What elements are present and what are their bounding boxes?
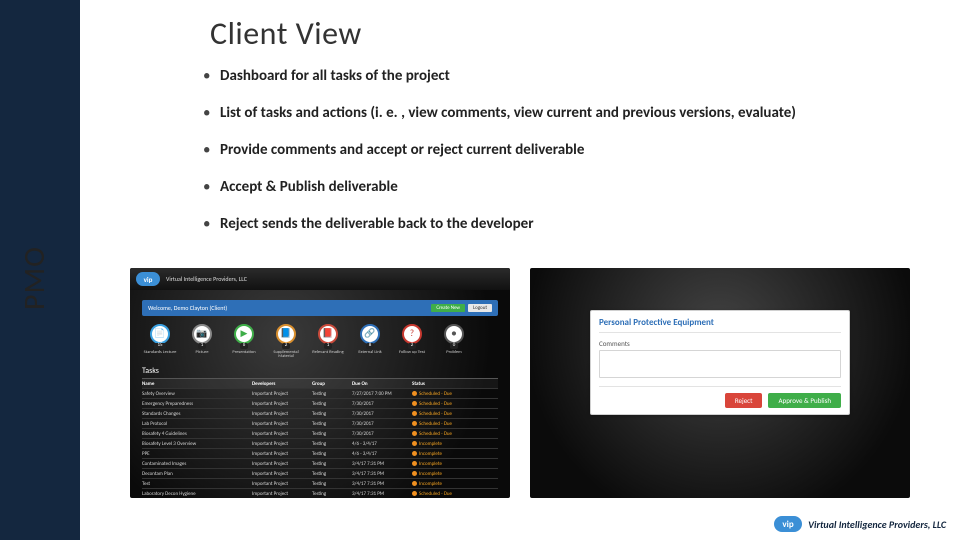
status-icon-glyph: 📕 bbox=[318, 324, 338, 344]
bullet-item: List of tasks and actions (i. e. , view … bbox=[200, 97, 920, 130]
status-count: 8 bbox=[366, 343, 375, 349]
table-row[interactable]: Decontam PlanImportant ProjectTesting3/4… bbox=[142, 469, 498, 479]
status-icon[interactable]: 📘2 Supplemental Material bbox=[268, 324, 304, 360]
status-label: Relevant Reading bbox=[312, 351, 343, 356]
status-icon-glyph: ● bbox=[444, 324, 464, 344]
status-count: 2 bbox=[282, 343, 291, 349]
status-count: 1 bbox=[198, 343, 207, 349]
comments-textarea[interactable] bbox=[599, 350, 841, 378]
status-label: Supplemental Material bbox=[268, 351, 304, 361]
status-icon-glyph: ? bbox=[402, 324, 422, 344]
status-icon-glyph: 📄 bbox=[150, 324, 170, 344]
bullet-item: Dashboard for all tasks of the project bbox=[200, 60, 920, 93]
status-count: 0 bbox=[450, 343, 459, 349]
card-footer: Reject Approve & Publish bbox=[599, 386, 841, 408]
bullet-list: Dashboard for all tasks of the project L… bbox=[200, 60, 920, 245]
status-count: 6 bbox=[240, 343, 249, 349]
dash-header: vip Virtual Intelligence Providers, LLC bbox=[130, 268, 510, 290]
table-row[interactable]: Safety OverviewImportant ProjectTesting7… bbox=[142, 389, 498, 399]
status-count: 2 bbox=[408, 343, 417, 349]
card-heading: Personal Protective Equipment bbox=[599, 317, 841, 333]
welcome-text: Welcome, Demo Clayton (Client) bbox=[148, 304, 227, 312]
slide: PMO Client View Dashboard for all tasks … bbox=[0, 0, 960, 540]
status-label: Picture bbox=[196, 351, 209, 356]
status-icon-glyph: ▶ bbox=[234, 324, 254, 344]
table-row[interactable]: Lab ProtocolImportant ProjectTesting7/30… bbox=[142, 419, 498, 429]
dash-welcome-bar: Welcome, Demo Clayton (Client) Create Ne… bbox=[142, 300, 498, 316]
status-icon[interactable]: ?2 Follow up Test bbox=[394, 324, 430, 360]
status-count: 1 bbox=[324, 343, 333, 349]
bullet-item: Provide comments and accept or reject cu… bbox=[200, 134, 920, 167]
status-label: Standards Lecture bbox=[144, 351, 177, 356]
status-icon[interactable]: 📕1 Relevant Reading bbox=[310, 324, 346, 360]
status-icon[interactable]: ▶6 Presentation bbox=[226, 324, 262, 360]
slide-title: Client View bbox=[210, 14, 362, 53]
screenshots-row: vip Virtual Intelligence Providers, LLC … bbox=[130, 268, 910, 498]
table-header: NameDevelopersGroupDue OnStatus bbox=[142, 379, 498, 389]
table-row[interactable]: Contaminated ImagesImportant ProjectTest… bbox=[142, 459, 498, 469]
status-icon-glyph: 🔗 bbox=[360, 324, 380, 344]
table-row[interactable]: PPEImportant ProjectTesting4/6 - 3/4/17I… bbox=[142, 449, 498, 459]
status-label: Presentation bbox=[232, 351, 255, 356]
create-button[interactable]: Create New bbox=[431, 304, 465, 312]
status-icons-row: 📄15Standards Lecture📷1Picture▶6Presentat… bbox=[142, 324, 498, 360]
approve-publish-button[interactable]: Approve & Publish bbox=[768, 393, 841, 408]
vip-logo-icon: vip bbox=[136, 272, 160, 286]
status-label: Follow up Test bbox=[399, 351, 425, 356]
footer-company: Virtual Intelligence Providers, LLC bbox=[808, 518, 946, 531]
reject-button[interactable]: Reject bbox=[725, 393, 763, 408]
status-icon[interactable]: 📷1 Picture bbox=[184, 324, 220, 360]
status-icon[interactable]: 🔗8 External Link bbox=[352, 324, 388, 360]
table-row[interactable]: Standards ChangesImportant ProjectTestin… bbox=[142, 409, 498, 419]
table-row[interactable]: Biosafety Level 3 OverviewImportant Proj… bbox=[142, 439, 498, 449]
status-icon-glyph: 📷 bbox=[192, 324, 212, 344]
table-row[interactable]: Biosafety 4 GuidelinesImportant ProjectT… bbox=[142, 429, 498, 439]
bullet-item: Accept & Publish deliverable bbox=[200, 171, 920, 204]
table-row[interactable]: Emergency PreparednessImportant ProjectT… bbox=[142, 399, 498, 409]
logout-button[interactable]: Logout bbox=[468, 304, 492, 312]
comments-label: Comments bbox=[599, 339, 841, 348]
dashboard-screenshot: vip Virtual Intelligence Providers, LLC … bbox=[130, 268, 510, 498]
table-row[interactable]: Laboratory Decon HygieneImportant Projec… bbox=[142, 489, 498, 498]
status-icon-glyph: 📘 bbox=[276, 324, 296, 344]
status-label: External Link bbox=[358, 351, 381, 356]
bullet-item: Reject sends the deliverable back to the… bbox=[200, 208, 920, 241]
tasks-table: NameDevelopersGroupDue OnStatusSafety Ov… bbox=[142, 378, 498, 498]
approval-card: Personal Protective Equipment Comments R… bbox=[590, 310, 850, 415]
vip-logo-icon: vip bbox=[774, 516, 802, 532]
footer-logo: vip Virtual Intelligence Providers, LLC bbox=[774, 516, 946, 532]
table-row[interactable]: TestImportant ProjectTesting3/4/17 7:31 … bbox=[142, 479, 498, 489]
tasks-heading: Tasks bbox=[142, 366, 498, 376]
status-count: 15 bbox=[154, 343, 165, 349]
sidebar-label: PMO bbox=[16, 246, 53, 310]
status-icon[interactable]: 📄15 Standards Lecture bbox=[142, 324, 178, 360]
dash-company: Virtual Intelligence Providers, LLC bbox=[166, 275, 247, 283]
status-label: Problem bbox=[446, 351, 461, 356]
status-icon[interactable]: ●0 Problem bbox=[436, 324, 472, 360]
approval-screenshot: Personal Protective Equipment Comments R… bbox=[530, 268, 910, 498]
